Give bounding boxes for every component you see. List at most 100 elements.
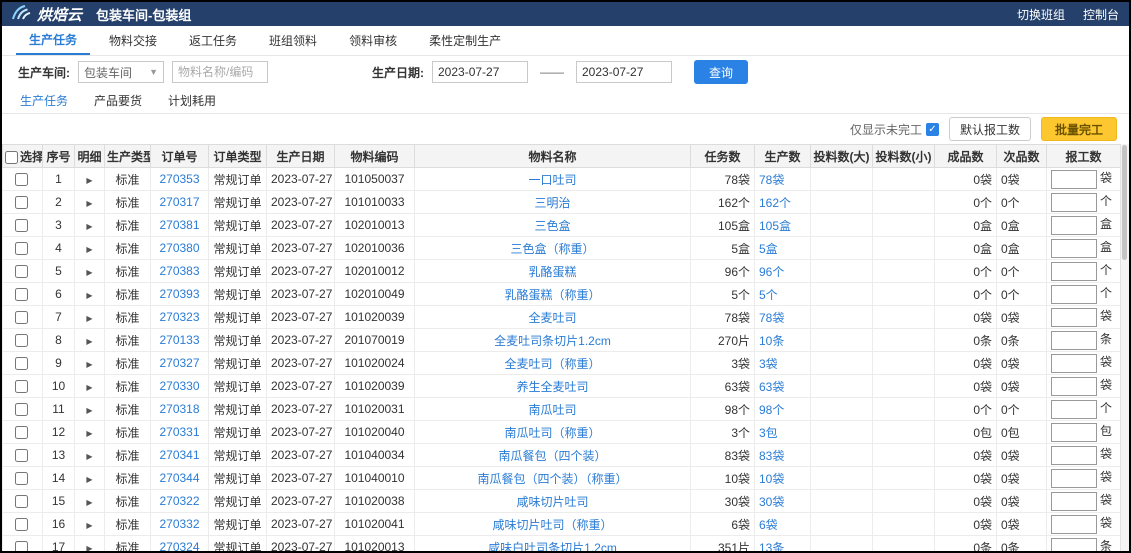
material-name-link[interactable]: 南瓜吐司 [528,403,576,417]
row-select-checkbox[interactable] [15,449,28,462]
expand-row-icon[interactable]: ▶ [86,291,92,300]
row-select-checkbox[interactable] [15,242,28,255]
report-qty-input[interactable] [1051,239,1097,258]
expand-row-icon[interactable]: ▶ [86,452,92,461]
material-name-link[interactable]: 全麦吐司（称重） [504,357,600,371]
expand-row-icon[interactable]: ▶ [86,383,92,392]
material-name-link[interactable]: 南瓜餐包（四个装）（称重） [477,472,627,486]
row-select-checkbox[interactable] [15,311,28,324]
row-select-checkbox[interactable] [15,541,28,551]
report-qty-input[interactable] [1051,515,1097,534]
row-select-checkbox[interactable] [15,380,28,393]
produced-qty-link[interactable]: 98个 [759,403,784,417]
order-no-link[interactable]: 270330 [159,379,199,393]
expand-row-icon[interactable]: ▶ [86,222,92,231]
vertical-scrollbar[interactable] [1120,144,1129,551]
produced-qty-link[interactable]: 78袋 [759,311,784,325]
report-qty-input[interactable] [1051,469,1097,488]
expand-row-icon[interactable]: ▶ [86,199,92,208]
produced-qty-link[interactable]: 30袋 [759,495,784,509]
report-qty-input[interactable] [1051,308,1097,327]
material-name-link[interactable]: 三明治 [534,196,570,210]
material-name-link[interactable]: 南瓜餐包（四个装） [498,449,606,463]
expand-row-icon[interactable]: ▶ [86,314,92,323]
produced-qty-link[interactable]: 5盒 [759,242,778,256]
material-name-link[interactable]: 全麦吐司 [528,311,576,325]
produced-qty-link[interactable]: 6袋 [759,518,778,532]
material-name-link[interactable]: 南瓜吐司（称重） [504,426,600,440]
row-select-checkbox[interactable] [15,403,28,416]
report-qty-input[interactable] [1051,331,1097,350]
produced-qty-link[interactable]: 3包 [759,426,778,440]
expand-row-icon[interactable]: ▶ [86,406,92,415]
order-no-link[interactable]: 270381 [159,218,199,232]
batch-finish-button[interactable]: 批量完工 [1041,117,1117,141]
expand-row-icon[interactable]: ▶ [86,176,92,185]
report-qty-input[interactable] [1051,423,1097,442]
produced-qty-link[interactable]: 78袋 [759,173,784,187]
checkbox-checked-icon[interactable]: ✓ [926,123,939,136]
produced-qty-link[interactable]: 105盒 [759,219,791,233]
row-select-checkbox[interactable] [15,495,28,508]
scrollbar-thumb[interactable] [1122,145,1127,260]
produced-qty-link[interactable]: 10袋 [759,472,784,486]
produced-qty-link[interactable]: 5个 [759,288,778,302]
row-select-checkbox[interactable] [15,334,28,347]
order-no-link[interactable]: 270324 [159,540,199,551]
material-name-link[interactable]: 乳酪蛋糕（称重） [504,288,600,302]
produced-qty-link[interactable]: 63袋 [759,380,784,394]
material-name-link[interactable]: 咸味切片吐司 [516,495,588,509]
row-select-checkbox[interactable] [15,196,28,209]
produced-qty-link[interactable]: 83袋 [759,449,784,463]
material-search-input[interactable] [172,61,268,83]
report-qty-input[interactable] [1051,377,1097,396]
expand-row-icon[interactable]: ▶ [86,337,92,346]
order-no-link[interactable]: 270331 [159,425,199,439]
order-no-link[interactable]: 270344 [159,471,199,485]
report-qty-input[interactable] [1051,262,1097,281]
row-select-checkbox[interactable] [15,518,28,531]
main-tab-3[interactable]: 班组领料 [256,26,330,55]
report-qty-input[interactable] [1051,446,1097,465]
material-name-link[interactable]: 三色盒 [534,219,570,233]
date-to-input[interactable] [576,61,672,83]
material-name-link[interactable]: 三色盒（称重） [510,242,594,256]
main-tab-5[interactable]: 柔性定制生产 [416,26,514,55]
report-qty-input[interactable] [1051,492,1097,511]
material-name-link[interactable]: 全麦吐司条切片1.2cm [494,334,611,348]
row-select-checkbox[interactable] [15,288,28,301]
produced-qty-link[interactable]: 10条 [759,334,784,348]
default-report-qty-button[interactable]: 默认报工数 [949,117,1031,141]
row-select-checkbox[interactable] [15,219,28,232]
material-name-link[interactable]: 咸味切片吐司（称重） [492,518,612,532]
order-no-link[interactable]: 270318 [159,402,199,416]
workshop-select[interactable]: 包装车间 ▼ [78,61,164,83]
row-select-checkbox[interactable] [15,472,28,485]
expand-row-icon[interactable]: ▶ [86,544,92,551]
date-from-input[interactable] [432,61,528,83]
material-name-link[interactable]: 乳酪蛋糕 [528,265,576,279]
order-no-link[interactable]: 270327 [159,356,199,370]
order-no-link[interactable]: 270341 [159,448,199,462]
main-tab-1[interactable]: 物料交接 [96,26,170,55]
order-no-link[interactable]: 270133 [159,333,199,347]
order-no-link[interactable]: 270322 [159,494,199,508]
report-qty-input[interactable] [1051,400,1097,419]
report-qty-input[interactable] [1051,216,1097,235]
material-name-link[interactable]: 咸味白吐司条切片1.2cm [488,541,617,552]
expand-row-icon[interactable]: ▶ [86,360,92,369]
console-link[interactable]: 控制台 [1083,6,1119,23]
select-all-checkbox[interactable] [5,151,18,164]
expand-row-icon[interactable]: ▶ [86,429,92,438]
only-unfinished-toggle[interactable]: 仅显示未完工 ✓ [850,121,939,138]
report-qty-input[interactable] [1051,285,1097,304]
sub-tab-1[interactable]: 产品要货 [94,92,142,109]
produced-qty-link[interactable]: 162个 [759,196,791,210]
produced-qty-link[interactable]: 3袋 [759,357,778,371]
switch-team-link[interactable]: 切换班组 [1017,6,1065,23]
order-no-link[interactable]: 270332 [159,517,199,531]
row-select-checkbox[interactable] [15,265,28,278]
expand-row-icon[interactable]: ▶ [86,521,92,530]
order-no-link[interactable]: 270353 [159,172,199,186]
order-no-link[interactable]: 270323 [159,310,199,324]
